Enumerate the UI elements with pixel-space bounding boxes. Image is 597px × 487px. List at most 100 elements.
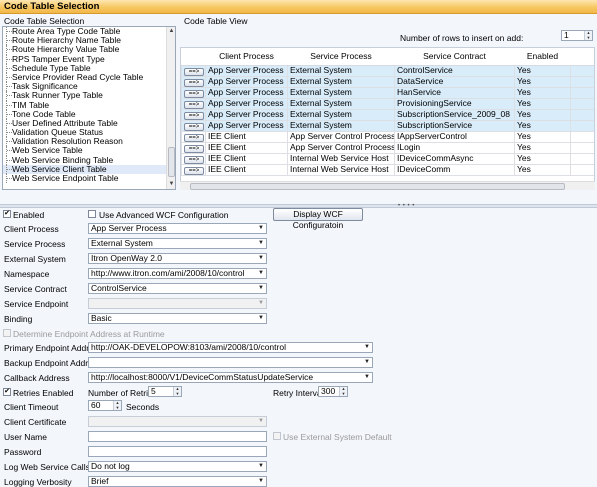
table-cell[interactable]: Yes <box>514 152 571 165</box>
table-row[interactable]: ==> IEE Client Internal Web Service Host ID… <box>181 152 594 165</box>
table-cell[interactable]: Yes <box>514 141 571 154</box>
backup-endpoint-select[interactable]: ▼ <box>88 357 373 368</box>
chevron-down-icon[interactable]: ▼ <box>257 284 265 293</box>
col-header-client-process[interactable]: Client Process <box>205 48 288 66</box>
rows-to-insert-stepper[interactable]: 1 ▲ ▼ <box>561 30 593 41</box>
table-cell[interactable]: App Server Control Process <box>287 130 395 143</box>
log-calls-select[interactable]: Do not log ▼ <box>88 461 267 472</box>
row-select-button[interactable]: ==> <box>184 89 204 97</box>
use-external-default-checkbox[interactable] <box>273 432 281 440</box>
table-cell[interactable]: IAppServerControl <box>394 130 515 143</box>
service-contract-select[interactable]: ControlService ▼ <box>88 283 267 294</box>
chevron-down-icon[interactable]: ▼ <box>257 462 265 471</box>
table-cell[interactable]: SubscriptionService <box>394 119 515 132</box>
external-system-select[interactable]: Itron OpenWay 2.0 ▼ <box>88 253 267 264</box>
table-cell[interactable]: IDeviceComm <box>394 163 515 176</box>
table-row[interactable]: ==> IEE Client Internal Web Service Host ID… <box>181 163 594 176</box>
row-select-button[interactable]: ==> <box>184 100 204 108</box>
table-row[interactable]: ==> App Server Process External System Data… <box>181 75 594 88</box>
primary-endpoint-select[interactable]: http://OAK-DEVELOPOW:8103/ami/2008/10/co… <box>88 342 373 353</box>
table-cell[interactable]: App Server Process <box>205 75 288 88</box>
table-cell[interactable]: External System <box>287 119 395 132</box>
chevron-down-icon[interactable]: ▼ <box>363 373 371 382</box>
table-cell[interactable]: App Server Process <box>205 64 288 77</box>
list-scroll-thumb[interactable] <box>168 147 175 177</box>
table-cell[interactable]: Yes <box>514 75 571 88</box>
table-row[interactable]: ==> IEE Client App Server Control Process I… <box>181 141 594 154</box>
table-cell[interactable]: IEE Client <box>205 163 288 176</box>
table-cell[interactable]: ProvisioningService <box>394 97 515 110</box>
table-cell[interactable]: App Server Control Process <box>287 141 395 154</box>
table-cell[interactable]: App Server Process <box>205 108 288 121</box>
col-header-service-process[interactable]: Service Process <box>287 48 395 66</box>
table-cell[interactable]: Internal Web Service Host <box>287 163 395 176</box>
row-select-button[interactable]: ==> <box>184 155 204 163</box>
table-cell[interactable]: ILogin <box>394 141 515 154</box>
scroll-up-icon[interactable]: ▲ <box>167 27 175 36</box>
number-of-retries-stepper[interactable]: 5 ▲ ▼ <box>148 386 182 397</box>
table-cell[interactable]: External System <box>287 97 395 110</box>
table-cell[interactable]: App Server Process <box>205 97 288 110</box>
binding-select[interactable]: Basic ▼ <box>88 313 267 324</box>
stepper-buttons[interactable]: ▲ ▼ <box>584 30 592 40</box>
chevron-down-icon[interactable]: ▼ <box>257 477 265 486</box>
determine-endpoint-checkbox[interactable] <box>3 329 11 337</box>
row-select-button[interactable]: ==> <box>184 166 204 174</box>
table-cell[interactable]: Yes <box>514 119 571 132</box>
logging-verbosity-select[interactable]: Brief ▼ <box>88 476 267 487</box>
row-select-button[interactable]: ==> <box>184 78 204 86</box>
grid-scroll-thumb[interactable] <box>190 183 565 190</box>
table-cell[interactable]: Yes <box>514 97 571 110</box>
table-cell[interactable]: External System <box>287 75 395 88</box>
callback-address-select[interactable]: http://localhost:8000/V1/DeviceCommStatu… <box>88 372 373 383</box>
row-select-button[interactable]: ==> <box>184 122 204 130</box>
chevron-down-icon[interactable]: ▼ <box>257 239 265 248</box>
client-timeout-stepper[interactable]: 60 ▲ ▼ <box>88 400 122 411</box>
code-table-list[interactable]: Route Area Type Code Table Route Hierarch… <box>2 26 176 190</box>
table-cell[interactable]: ControlService <box>394 64 515 77</box>
client-process-select[interactable]: App Server Process ▼ <box>88 223 267 234</box>
client-certificate-select[interactable]: ▼ <box>88 416 267 427</box>
stepper-buttons[interactable]: ▲ ▼ <box>113 400 121 410</box>
row-select-button[interactable]: ==> <box>184 111 204 119</box>
stepper-buttons[interactable]: ▲ ▼ <box>339 386 347 396</box>
display-wcf-config-button[interactable]: Display WCF Configuratoin <box>273 208 363 230</box>
table-row[interactable]: ==> App Server Process External System Cont… <box>181 64 594 77</box>
chevron-down-icon[interactable]: ▼ <box>257 269 265 278</box>
code-table-grid[interactable]: Client Process Service Process Service C… <box>180 47 595 190</box>
table-cell[interactable]: IEE Client <box>205 152 288 165</box>
row-select-button[interactable]: ==> <box>184 133 204 141</box>
chevron-down-icon[interactable]: ▼ <box>363 358 371 367</box>
table-cell[interactable]: Yes <box>514 86 571 99</box>
col-header-enabled[interactable]: Enabled <box>514 48 571 66</box>
table-row[interactable]: ==> IEE Client App Server Control Process I… <box>181 130 594 143</box>
table-cell[interactable]: App Server Process <box>205 119 288 132</box>
table-cell[interactable]: Yes <box>514 64 571 77</box>
table-cell[interactable]: App Server Process <box>205 86 288 99</box>
table-row[interactable]: ==> App Server Process External System Prov… <box>181 97 594 110</box>
table-row[interactable]: ==> App Server Process External System HanS… <box>181 86 594 99</box>
enabled-checkbox[interactable]: ✔ <box>3 210 11 218</box>
chevron-down-icon[interactable]: ▼ <box>257 254 265 263</box>
chevron-down-icon[interactable]: ▼ <box>257 299 265 308</box>
list-item[interactable]: Web Service Endpoint Table <box>3 173 167 184</box>
chevron-down-icon[interactable]: ▼ <box>257 417 265 426</box>
list-scrollbar[interactable]: ▲ ▼ <box>166 27 175 189</box>
table-cell[interactable]: Yes <box>514 130 571 143</box>
table-cell[interactable]: External System <box>287 86 395 99</box>
service-process-select[interactable]: External System ▼ <box>88 238 267 249</box>
table-cell[interactable]: SubscriptionService_2009_08 <box>394 108 515 121</box>
table-cell[interactable]: DataService <box>394 75 515 88</box>
user-name-input[interactable] <box>88 431 267 442</box>
row-select-button[interactable]: ==> <box>184 67 204 75</box>
table-cell[interactable]: HanService <box>394 86 515 99</box>
wcf-config-checkbox[interactable] <box>88 210 96 218</box>
stepper-buttons[interactable]: ▲ ▼ <box>173 386 181 396</box>
chevron-down-icon[interactable]: ▼ <box>257 314 265 323</box>
table-cell[interactable]: IEE Client <box>205 141 288 154</box>
table-row[interactable]: ==> App Server Process External System Subs… <box>181 108 594 121</box>
table-cell[interactable]: External System <box>287 64 395 77</box>
chevron-down-icon[interactable]: ▼ <box>257 224 265 233</box>
namespace-select[interactable]: http://www.itron.com/ami/2008/10/control… <box>88 268 267 279</box>
grid-horizontal-scrollbar[interactable] <box>180 181 595 190</box>
